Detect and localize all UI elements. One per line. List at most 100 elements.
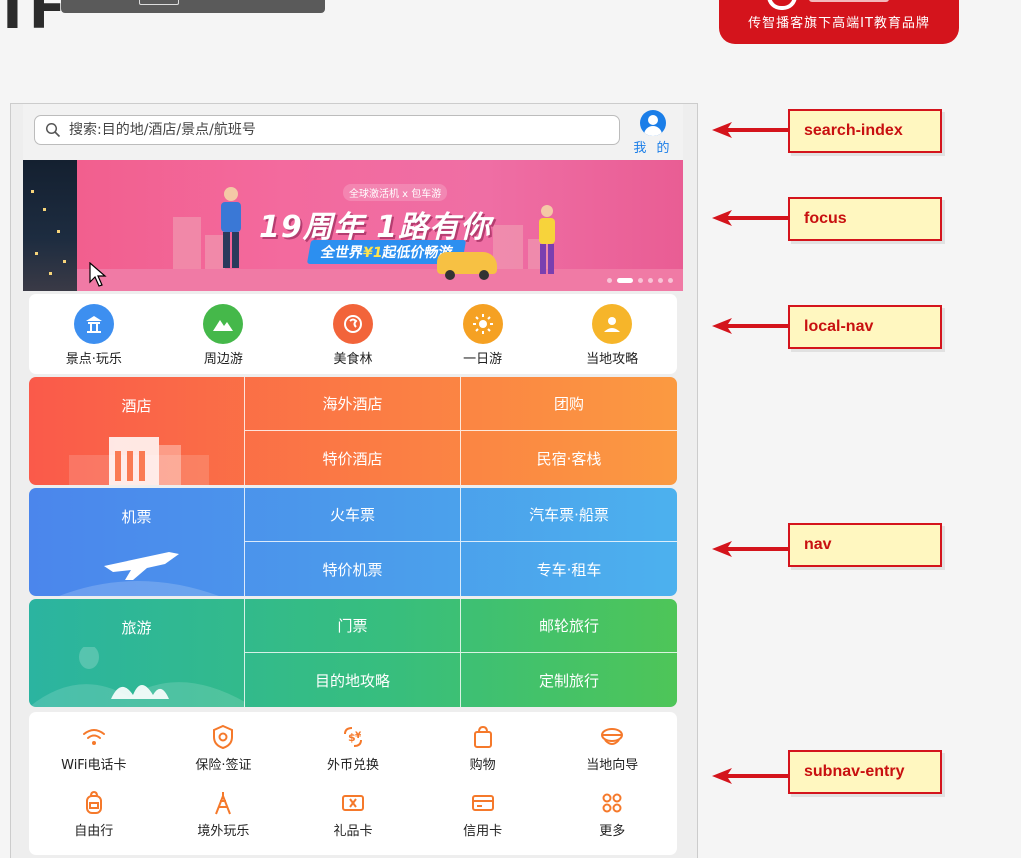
mouse-cursor-icon [89,262,107,287]
search-index: 我 的 [23,104,683,160]
local-nav-label: 美食林 [333,352,373,367]
carousel-dot[interactable] [638,278,643,283]
nav-main-label: 机票 [121,508,152,526]
nav-hotel-main[interactable]: 酒店 [29,377,245,485]
nav-cell[interactable]: 门票 [245,599,461,653]
carousel-dots [607,278,673,283]
nav-cell[interactable]: 特价酒店 [245,431,461,485]
local-guide-icon [592,304,633,344]
local-nav-label: 景点·玩乐 [65,352,122,367]
nav-cell[interactable]: 特价机票 [245,542,461,596]
local-nav-label: 一日游 [463,352,503,367]
opera-house-icon [29,647,245,707]
car-illustration [437,252,497,280]
building-shape [173,217,201,275]
nav: 酒店 海外酒店 团购 特价酒店 民宿·客栈 机票 火车票 汽车票·船票 特价机票… [29,377,677,708]
banner-caption: 全球激活机 x 包车游 [343,184,448,201]
building-shape [493,225,523,275]
annotation-label: search-index [788,109,942,153]
local-guide-icon [601,728,624,745]
nav-travel-main[interactable]: 旅游 [29,599,245,707]
currency-exchange-icon: $ ¥ [343,727,362,747]
subnav-item[interactable]: $ ¥ 外币兑换 [288,720,418,786]
focus-banner[interactable]: 全球激活机 x 包车游 19周年 1路有你 全世界¥1起低价畅游 [23,160,683,291]
search-box[interactable] [34,115,620,145]
local-nav-item[interactable]: 周边游 [173,304,273,367]
nav-cell[interactable]: 火车票 [245,488,461,542]
local-nav-item[interactable]: 景点·玩乐 [44,304,144,367]
nav-cell[interactable]: 定制旅行 [461,653,677,707]
annotation-arrow [712,541,788,557]
nav-cell[interactable]: 海外酒店 [245,377,461,431]
subnav-label: 外币兑换 [326,758,379,773]
subnav-label: 境外玩乐 [197,823,250,839]
carousel-dot[interactable] [617,278,633,283]
more-icon [602,793,622,812]
local-nav-item[interactable]: 一日游 [433,304,533,367]
nav-flight-main[interactable]: 机票 [29,488,245,596]
wifi-icon [82,729,105,745]
nav-row-travel: 旅游 门票 邮轮旅行 目的地攻略 定制旅行 [29,599,677,707]
brand-logo-icon [767,0,797,10]
subnav-item[interactable]: 信用卡 [418,786,548,852]
day-trip-icon [462,304,503,344]
annotation-label: subnav-entry [788,750,942,794]
subnav-item[interactable]: 购物 [418,720,548,786]
subnav-item[interactable]: 当地向导 [547,720,677,786]
svg-text:¥: ¥ [355,731,362,741]
annotation-label: nav [788,523,942,567]
tower-icon [215,791,232,814]
credit-card-icon [471,794,494,811]
backpack-icon [85,790,102,814]
title-bar-button[interactable] [139,0,179,5]
mobile-page-frame: 我 的 全球激活机 x 包车游 19周年 1路有你 全世界¥1起低价畅游 [10,103,698,858]
person-illustration [221,187,241,268]
brand-url-fragment [809,0,889,2]
subnav-item[interactable]: 保险·签证 [159,720,289,786]
carousel-dot[interactable] [668,278,673,283]
banner-subtitle-prefix: 全世界 [319,245,365,261]
user-button[interactable]: 我 的 [631,110,675,156]
shopping-bag-icon [473,725,492,748]
nav-row-hotel: 酒店 海外酒店 团购 特价酒店 民宿·客栈 [29,377,677,485]
carousel-dot[interactable] [607,278,612,283]
subnav-label: 当地向导 [586,758,639,773]
subnav-item[interactable]: 境外玩乐 [159,786,289,852]
subnav-label: 购物 [469,758,496,773]
carousel-dot[interactable] [648,278,653,283]
subnav-item[interactable]: WiFi电话卡 [29,720,159,786]
user-label: 我 的 [633,141,673,156]
subnav-label: 信用卡 [463,823,503,839]
nav-cell[interactable]: 团购 [461,377,677,431]
brand-badge: 传智播客旗下高端IT教育品牌 [719,0,959,44]
annotation-arrow [712,768,788,784]
annotation-label: focus [788,197,942,241]
nav-cell[interactable]: 邮轮旅行 [461,599,677,653]
search-input[interactable] [67,121,591,139]
subnav-item[interactable]: 礼品卡 [288,786,418,852]
local-nav-item[interactable]: 美食林 [303,304,403,367]
subnav-item[interactable]: 更多 [547,786,677,852]
nav-main-label: 旅游 [121,619,152,637]
nav-cell[interactable]: 专车·租车 [461,542,677,596]
food-icon [332,304,373,344]
subnav-label: 保险·签证 [195,758,252,773]
subnav-item[interactable]: 自由行 [29,786,159,852]
nav-cell[interactable]: 汽车票·船票 [461,488,677,542]
night-city-image [23,160,77,291]
annotation-arrow [712,210,788,226]
subnav-label: WiFi电话卡 [61,758,127,773]
nav-cell[interactable]: 民宿·客栈 [461,431,677,485]
search-icon [45,122,61,138]
local-nav-item[interactable]: 当地攻略 [562,304,662,367]
airplane-icon [59,552,219,596]
gift-card-icon [341,794,364,811]
nav-cell[interactable]: 目的地攻略 [245,653,461,707]
hotel-building-icon [69,437,209,485]
subnav-label: 自由行 [74,823,114,839]
subnav-entry: WiFi电话卡 保险·签证 $ ¥ 外币兑换 购物 当地向导 自由行 境外玩乐 礼 [29,712,677,855]
subnav-label: 礼品卡 [333,823,373,839]
annotation-arrow [712,318,788,334]
nav-main-label: 酒店 [121,397,152,415]
carousel-dot[interactable] [658,278,663,283]
